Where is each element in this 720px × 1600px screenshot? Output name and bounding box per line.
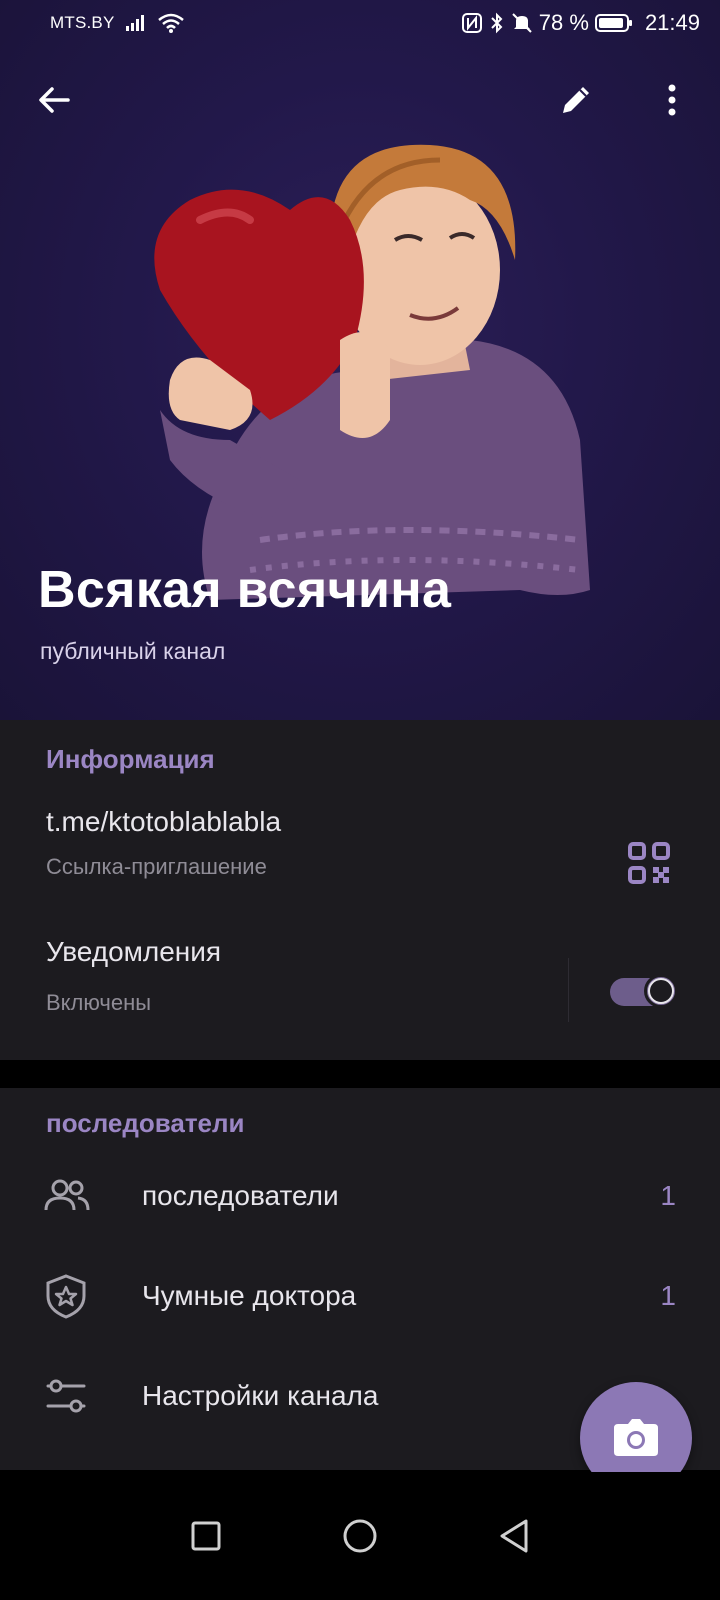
pencil-icon	[563, 87, 589, 113]
channel-title: Всякая всячина	[38, 561, 452, 619]
more-vert-icon	[668, 84, 676, 116]
recent-apps-button[interactable]	[178, 1508, 234, 1564]
list-item-label: Чумные доктора	[142, 1280, 357, 1311]
channel-type: публичный канал	[40, 638, 226, 664]
people-icon	[44, 1179, 90, 1211]
channel-avatar-image	[154, 144, 590, 600]
recent-apps-icon	[191, 1521, 221, 1551]
sliders-icon	[46, 1379, 86, 1413]
list-item-followers[interactable]: последователи 1	[0, 1148, 720, 1244]
notifications-row[interactable]: Уведомления Включены	[0, 930, 560, 1040]
section-title-info: Информация	[46, 744, 215, 774]
home-icon	[343, 1519, 377, 1553]
toggle-knob	[644, 974, 678, 1008]
invite-link[interactable]: t.me/ktotoblablabla	[46, 806, 281, 838]
info-section: Информация t.me/ktotoblablabla Ссылка-пр…	[0, 720, 720, 1060]
list-item-plague-doctors[interactable]: Чумные доктора 1	[0, 1248, 720, 1344]
invite-link-row[interactable]: t.me/ktotoblablabla Ссылка-приглашение	[0, 800, 600, 900]
notifications-label: Уведомления	[46, 936, 222, 967]
qr-code-button[interactable]	[626, 840, 672, 886]
shield-star-icon	[46, 1274, 86, 1319]
back-triangle-icon	[500, 1519, 528, 1553]
list-item-count: 1	[660, 1180, 676, 1211]
carrier-name: MTS.BY	[50, 13, 115, 32]
system-nav-bar	[0, 1472, 720, 1600]
more-options-button[interactable]	[644, 72, 700, 128]
signal-icon	[126, 15, 144, 31]
list-item-label: последователи	[142, 1180, 339, 1211]
section-title-followers: последователи	[46, 1108, 245, 1138]
list-item-label: Настройки канала	[142, 1380, 379, 1411]
wifi-icon	[158, 13, 184, 33]
channel-header: MTS.BY 78 % 21:49 Всякая всячина публичн…	[0, 0, 720, 720]
divider	[568, 958, 569, 1022]
battery-icon	[594, 14, 632, 32]
home-button[interactable]	[332, 1508, 388, 1564]
notifications-toggle[interactable]	[610, 974, 678, 1010]
mute-icon	[512, 13, 532, 33]
nfc-icon	[461, 13, 482, 33]
clock: 21:49	[644, 10, 700, 35]
notifications-status: Включены	[46, 990, 152, 1015]
invite-link-caption: Ссылка-приглашение	[46, 854, 267, 879]
list-item-count: 1	[660, 1280, 676, 1311]
system-back-button[interactable]	[486, 1508, 542, 1564]
status-bar: MTS.BY 78 % 21:49	[0, 0, 720, 48]
arrow-back-icon	[39, 87, 70, 113]
bluetooth-icon	[491, 12, 503, 34]
battery-percent: 78 %	[538, 10, 589, 35]
camera-icon	[614, 1419, 658, 1456]
qr-code-icon	[628, 842, 670, 884]
back-button[interactable]	[26, 72, 82, 128]
